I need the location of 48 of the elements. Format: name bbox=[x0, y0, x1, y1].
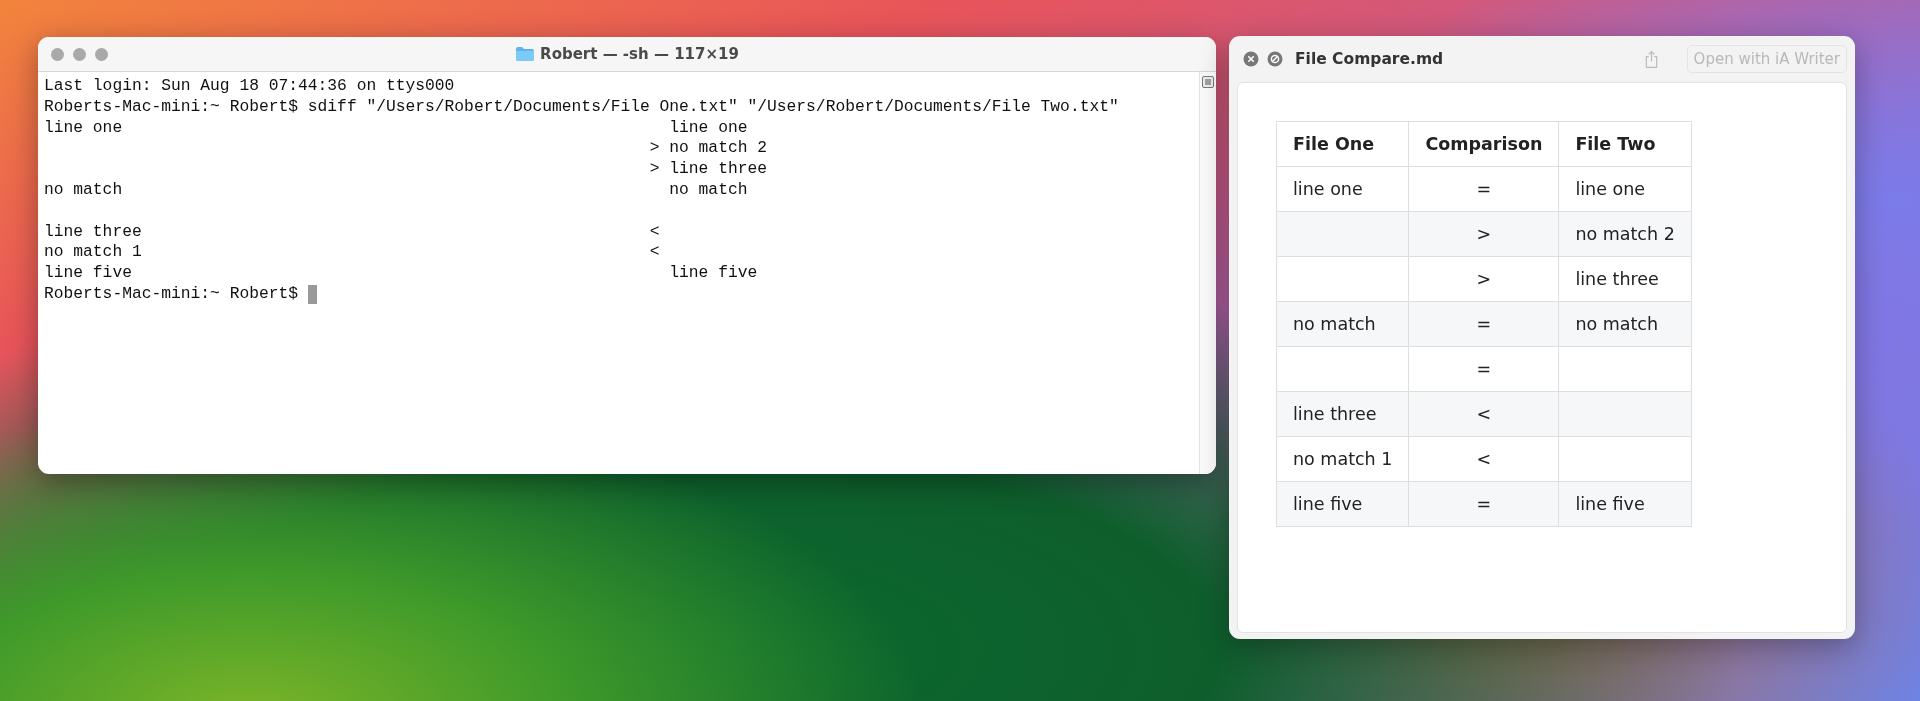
table-cell: < bbox=[1408, 391, 1559, 437]
minimize-button[interactable] bbox=[73, 47, 86, 61]
terminal-text: line three bbox=[669, 159, 767, 180]
table-cell: no match bbox=[1558, 301, 1692, 347]
table-cell: = bbox=[1408, 301, 1559, 347]
share-icon[interactable] bbox=[1643, 49, 1659, 69]
terminal-text: Roberts-Mac-mini:~ Robert$ sdiff "/Users/Robert/Documents/File One.txt" "/Users/Robert/Documents/File Two.txt" bbox=[44, 96, 1119, 118]
window-title: File Compare.md bbox=[1295, 50, 1444, 68]
close-button[interactable] bbox=[51, 47, 64, 61]
window-title: Robert — -sh — 117×19 bbox=[540, 45, 739, 63]
diff-marker: < bbox=[649, 242, 660, 262]
open-with-button[interactable]: Open with iA Writer bbox=[1686, 45, 1847, 73]
table-cell: line three bbox=[1276, 391, 1409, 437]
terminal-text: Last login: Sun Aug 18 07:44:36 on ttys000 bbox=[44, 76, 455, 97]
terminal-text: no match 2 bbox=[669, 138, 767, 160]
terminal-text: line five bbox=[44, 263, 132, 284]
column-header: File Two bbox=[1558, 121, 1692, 167]
diff-marker: > bbox=[649, 138, 660, 158]
table-cell: = bbox=[1408, 166, 1559, 212]
column-header: Comparison bbox=[1408, 121, 1559, 167]
table-cell: < bbox=[1408, 436, 1559, 482]
list-icon[interactable] bbox=[1202, 76, 1214, 88]
terminal-text: Roberts-Mac-mini:~ Robert$ bbox=[44, 283, 299, 305]
close-icon[interactable] bbox=[1243, 51, 1259, 67]
table-cell: line five bbox=[1276, 481, 1409, 527]
table-cell: line one bbox=[1558, 166, 1692, 212]
folder-icon bbox=[515, 46, 536, 62]
table-cell: = bbox=[1408, 481, 1559, 527]
diff-marker: < bbox=[649, 221, 660, 241]
table-cell: no match bbox=[1276, 301, 1409, 347]
terminal-text: line one bbox=[44, 117, 123, 139]
terminal-text: no match bbox=[44, 180, 123, 201]
terminal-text: line three bbox=[44, 221, 142, 243]
column-header: File One bbox=[1276, 121, 1409, 167]
table-cell: line five bbox=[1558, 481, 1692, 527]
diff-marker: > bbox=[649, 159, 660, 179]
terminal-text: no match bbox=[669, 180, 748, 201]
zoom-button[interactable] bbox=[95, 47, 108, 61]
terminal-text: line one bbox=[669, 117, 748, 139]
table-cell: no match 1 bbox=[1276, 436, 1409, 482]
table-cell: = bbox=[1408, 346, 1559, 392]
table-cell: > bbox=[1408, 256, 1559, 302]
terminal-text: line five bbox=[669, 263, 758, 284]
table-cell: line three bbox=[1558, 256, 1692, 302]
table-cell: no match 2 bbox=[1558, 211, 1692, 257]
terminal-text: no match 1 bbox=[44, 242, 142, 264]
table-cell: > bbox=[1408, 211, 1559, 257]
table-cell: line one bbox=[1276, 166, 1409, 212]
